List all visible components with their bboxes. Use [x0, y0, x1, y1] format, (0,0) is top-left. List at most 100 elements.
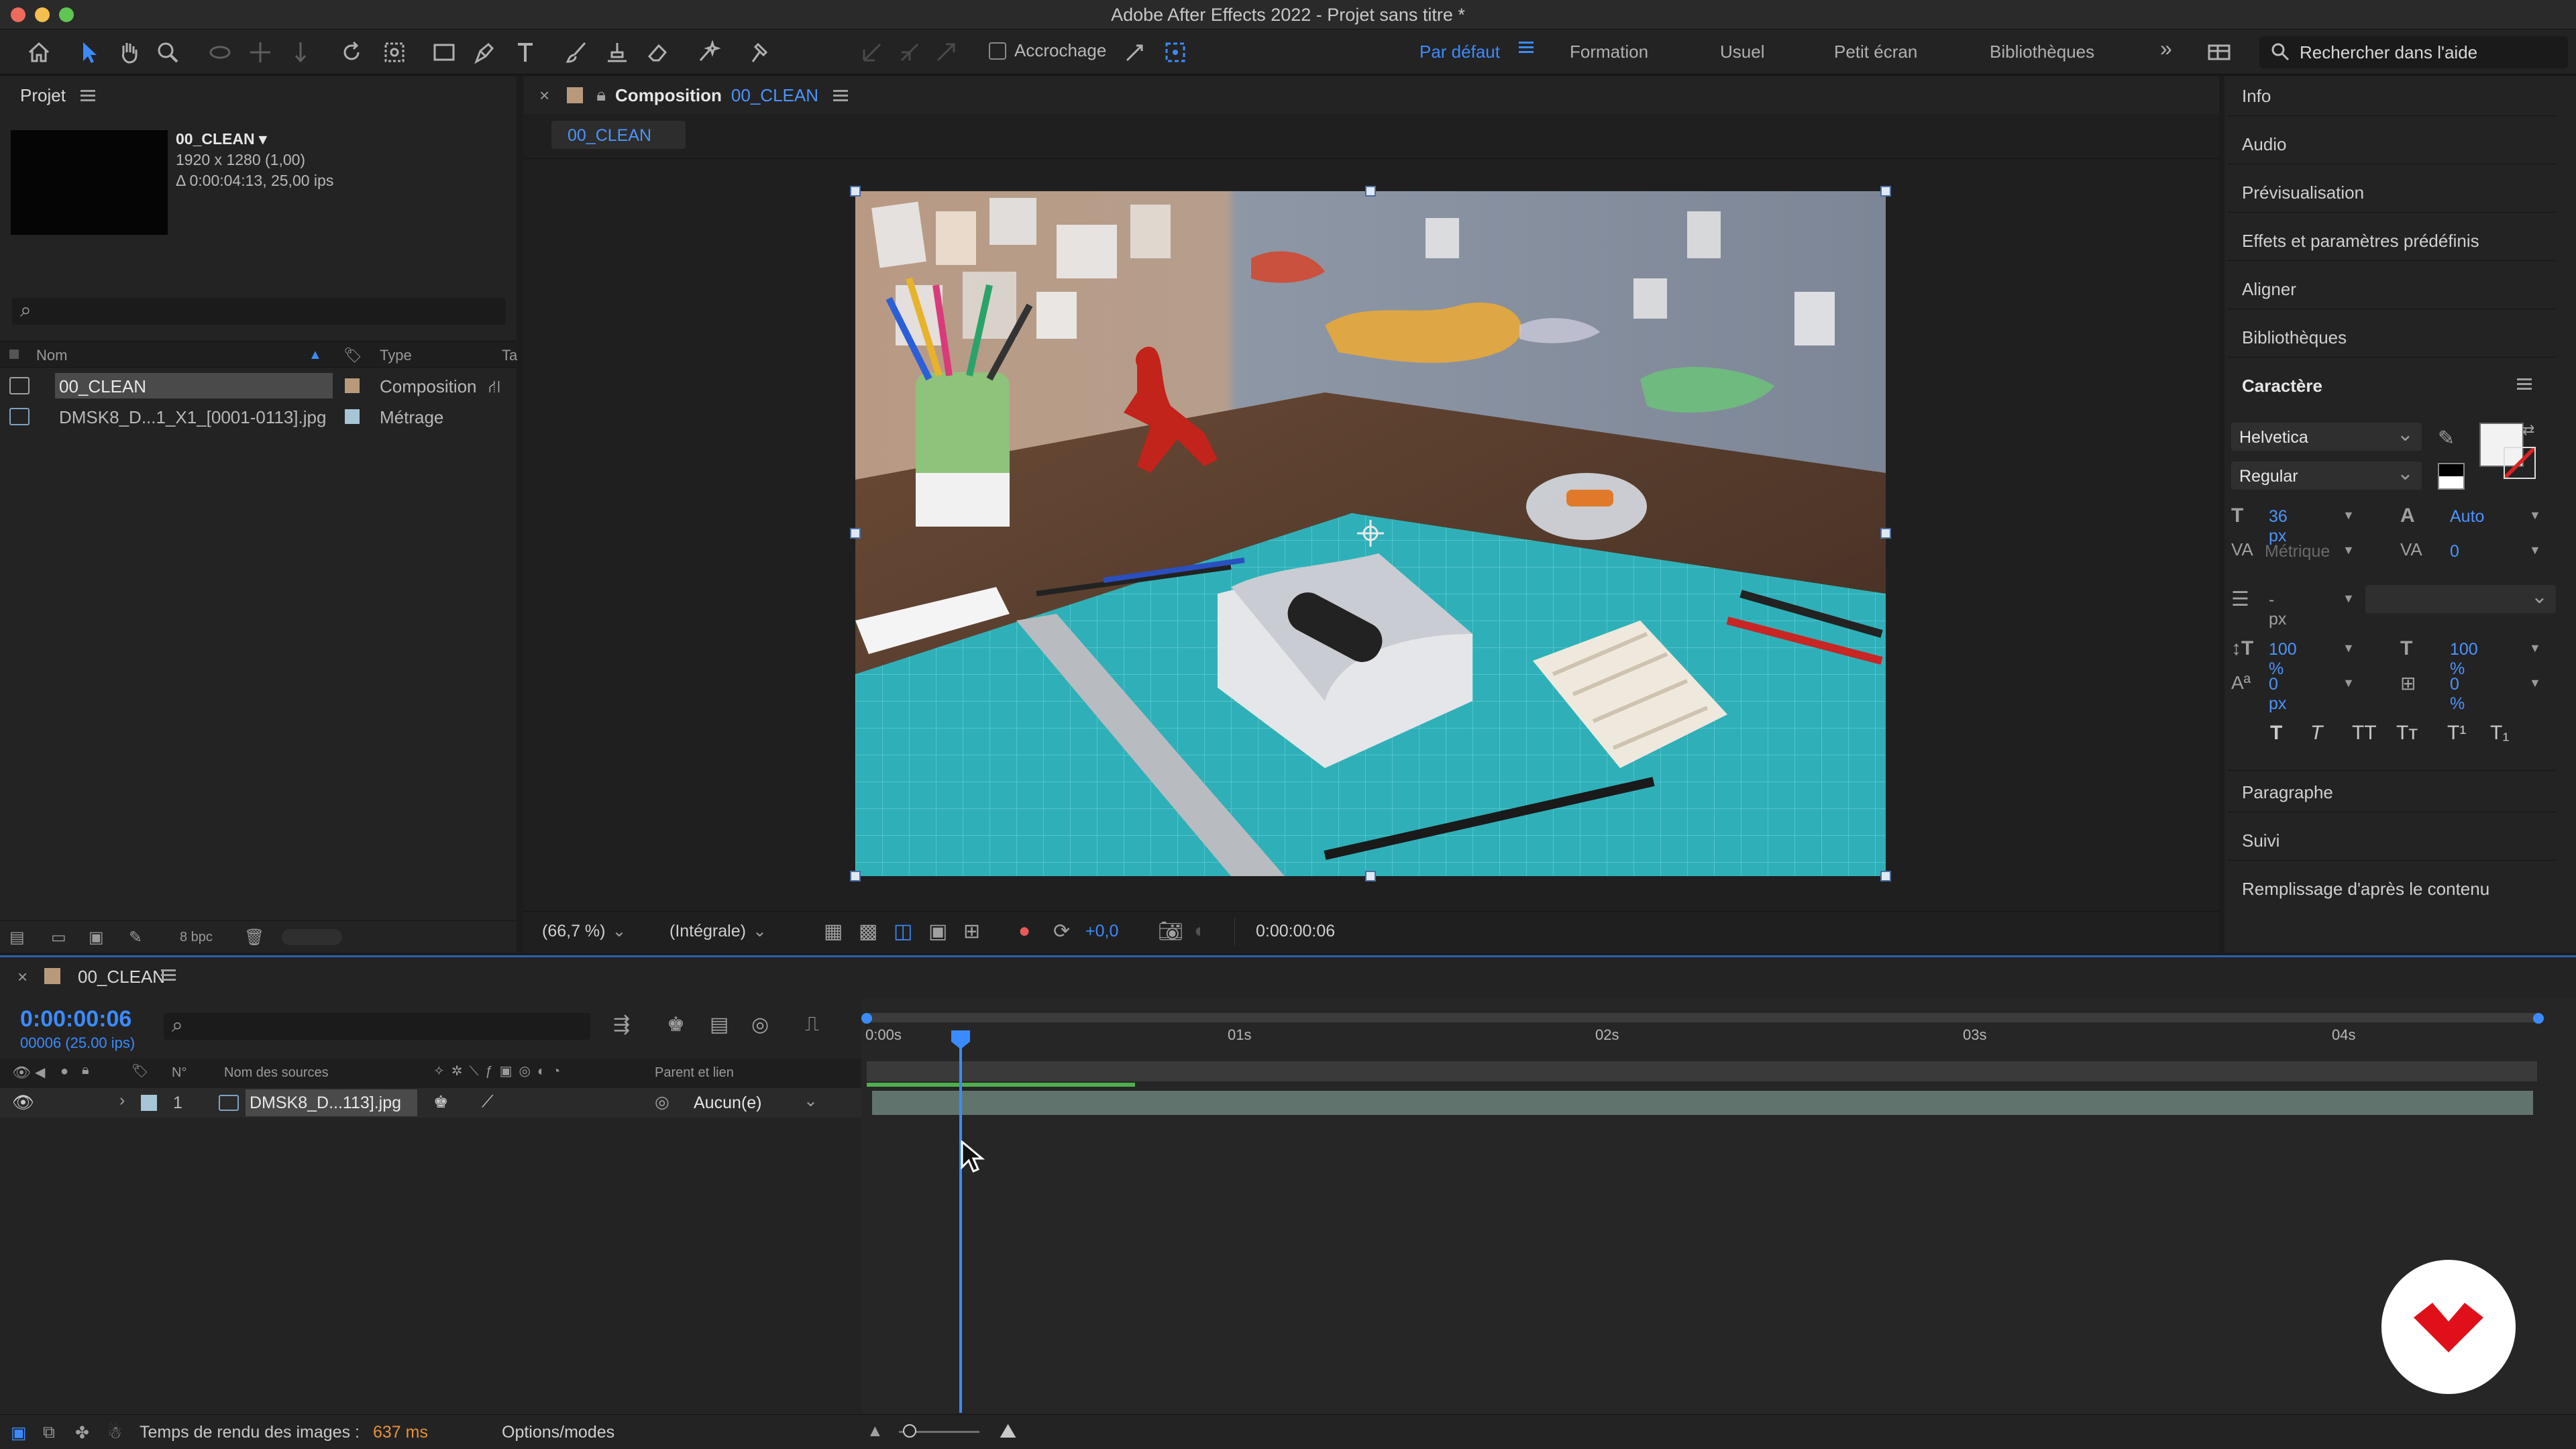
superscript-button[interactable]: T¹	[2447, 722, 2466, 745]
timeline-menu-icon[interactable]	[161, 967, 176, 983]
chevron-down-icon[interactable]: ▼	[2343, 641, 2355, 655]
new-composition-icon[interactable]: ▣	[89, 928, 110, 947]
composition-viewer[interactable]	[855, 191, 1886, 876]
default-colors-icon[interactable]	[2438, 463, 2465, 490]
faux-bold-button[interactable]: T	[2270, 722, 2282, 745]
layer-source-name[interactable]: DMSK8_D...113].jpg	[250, 1093, 401, 1113]
reset-exposure-icon[interactable]: ⟳	[1053, 920, 1070, 943]
solo-icon[interactable]: ●	[60, 1064, 68, 1079]
workspace-learning[interactable]: Formation	[1570, 42, 1648, 62]
all-caps-button[interactable]: TT	[2352, 722, 2377, 745]
layer-handle-top-left[interactable]	[850, 186, 861, 197]
layer-label-swatch[interactable]	[141, 1095, 157, 1111]
lock-icon[interactable]: 🔒︎	[596, 85, 606, 106]
composition-menu-icon[interactable]	[833, 87, 848, 104]
axis-mode-local-icon[interactable]	[857, 38, 887, 67]
vertical-scale-value[interactable]: 100 %	[2269, 640, 2297, 679]
leading-value[interactable]: Auto	[2450, 507, 2484, 527]
layer-handle-right[interactable]	[1880, 528, 1891, 539]
hand-tool-icon[interactable]	[114, 38, 144, 67]
project-panel-title[interactable]: Projet	[20, 85, 66, 106]
timeline-zoom-knob[interactable]	[903, 1424, 916, 1438]
project-item-row[interactable]: 00_CLEAN Composition ⛙	[0, 370, 517, 401]
workspace-small-screen[interactable]: Petit écran	[1834, 42, 1917, 62]
layer-handle-bottom[interactable]	[1365, 871, 1376, 881]
subscript-button[interactable]: T₁	[2490, 722, 2509, 745]
chevron-down-icon[interactable]: ▼	[2343, 592, 2355, 606]
text-tool-icon[interactable]	[511, 38, 541, 67]
graph-editor-icon[interactable]: ⎍	[805, 1013, 819, 1036]
snap-features-icon[interactable]	[1161, 38, 1190, 67]
pick-whip-icon[interactable]: ◎	[655, 1092, 669, 1112]
panel-audio[interactable]: Audio	[2242, 134, 2287, 155]
label-color-swatch[interactable]	[345, 378, 360, 393]
layer-handle-left[interactable]	[850, 528, 861, 539]
thumbnail-transparency-toggle[interactable]	[282, 929, 342, 945]
chevron-down-icon[interactable]: ▼	[2343, 543, 2355, 557]
project-search-input[interactable]: ⌕	[12, 298, 506, 325]
font-style-dropdown[interactable]: Regular	[2231, 462, 2422, 490]
eraser-tool-icon[interactable]	[643, 38, 672, 67]
shy-layers-icon[interactable]: ♚	[667, 1013, 685, 1036]
snapping-toggle[interactable]: Accrochage	[989, 40, 1106, 61]
workspace-libraries[interactable]: Bibliothèques	[1990, 42, 2094, 62]
tsume-value[interactable]: 0 %	[2450, 675, 2465, 714]
baseline-shift-value[interactable]: 0 px	[2269, 675, 2286, 714]
transparency-grid-icon[interactable]: ▩	[859, 920, 877, 943]
parent-link-header[interactable]: Parent et lien	[655, 1065, 734, 1081]
label-color-swatch[interactable]	[345, 409, 360, 424]
chevron-down-icon[interactable]: ▼	[2529, 543, 2541, 557]
stroke-style-dropdown[interactable]	[2365, 585, 2556, 613]
anchor-point-tool-icon[interactable]	[380, 38, 409, 67]
composition-tab-name[interactable]: 00_CLEAN	[731, 85, 818, 106]
layer-number-header[interactable]: N°	[172, 1065, 186, 1081]
bit-depth-button[interactable]: 8 bpc	[180, 930, 227, 949]
axis-mode-view-icon[interactable]	[931, 38, 961, 67]
label-icon[interactable]: 🏷	[131, 1063, 148, 1079]
help-search-field[interactable]: Rechercher dans l'aide	[2259, 36, 2568, 68]
label-column-icon[interactable]: 🏷	[343, 347, 362, 364]
panel-effects-presets[interactable]: Effets et paramètres prédéfinis	[2242, 231, 2479, 252]
frame-blending-icon[interactable]: ▤	[710, 1013, 729, 1036]
parent-dropdown[interactable]: Aucun(e)	[694, 1093, 761, 1113]
horizontal-scale-value[interactable]: 100 %	[2450, 640, 2478, 679]
timeline-current-time[interactable]: 0:00:00:06	[20, 1006, 131, 1032]
layer-handle-top[interactable]	[1365, 186, 1376, 197]
column-name[interactable]: Nom	[36, 347, 67, 364]
show-channel-icon[interactable]: ●	[1018, 920, 1030, 943]
brush-tool-icon[interactable]	[562, 38, 592, 67]
chevron-down-icon[interactable]: ⌄	[804, 1091, 818, 1111]
lock-icon[interactable]: 🔒︎	[82, 1063, 89, 1078]
region-of-interest-icon[interactable]: ▦	[824, 920, 843, 943]
zoom-in-icon[interactable]: ⛰	[1000, 1420, 1016, 1443]
panel-preview[interactable]: Prévisualisation	[2242, 182, 2364, 203]
swap-colors-icon[interactable]: ⇄	[2522, 421, 2534, 439]
show-snapshot-icon[interactable]: ◐	[1194, 920, 1206, 943]
render-time-toggle-icon[interactable]: ☃	[107, 1423, 122, 1443]
rectangle-tool-icon[interactable]	[429, 38, 459, 67]
column-extra[interactable]: Ta	[502, 347, 517, 364]
panel-content-aware-fill[interactable]: Remplissage d'après le contenu	[2242, 879, 2489, 900]
tracking-value[interactable]: 0	[2450, 542, 2459, 561]
chevron-down-icon[interactable]: ▼	[2529, 508, 2541, 523]
new-folder-icon[interactable]: ▭	[51, 928, 72, 947]
zoom-out-icon[interactable]: ▲	[867, 1421, 883, 1441]
roto-brush-tool-icon[interactable]	[694, 38, 723, 67]
panel-paragraph[interactable]: Paragraphe	[2242, 782, 2333, 803]
column-type[interactable]: Type	[380, 347, 412, 364]
resolution-dropdown[interactable]: (Intégrale)	[669, 921, 767, 941]
project-item-row[interactable]: DMSK8_D...1_X1_[0001-0113].jpg Métrage	[0, 401, 517, 432]
clone-stamp-tool-icon[interactable]	[602, 38, 632, 67]
composition-flowchart-icon[interactable]: ⇶	[613, 1013, 630, 1036]
axis-mode-world-icon[interactable]	[895, 38, 924, 67]
chevron-down-icon[interactable]: ▼	[2343, 508, 2355, 523]
dolly-camera-icon[interactable]	[286, 38, 315, 67]
snapshot-icon[interactable]: 📷︎	[1158, 920, 1183, 943]
selection-tool-icon[interactable]	[74, 38, 103, 67]
panel-info[interactable]: Info	[2242, 86, 2271, 107]
composition-breadcrumb-tab[interactable]: 00_CLEAN	[551, 121, 686, 149]
pen-tool-icon[interactable]	[470, 38, 499, 67]
more-workspaces-icon[interactable]: »	[2160, 36, 2172, 61]
panel-character[interactable]: Caractère	[2242, 376, 2322, 396]
grid-guide-options-icon[interactable]: ▣	[928, 920, 947, 943]
